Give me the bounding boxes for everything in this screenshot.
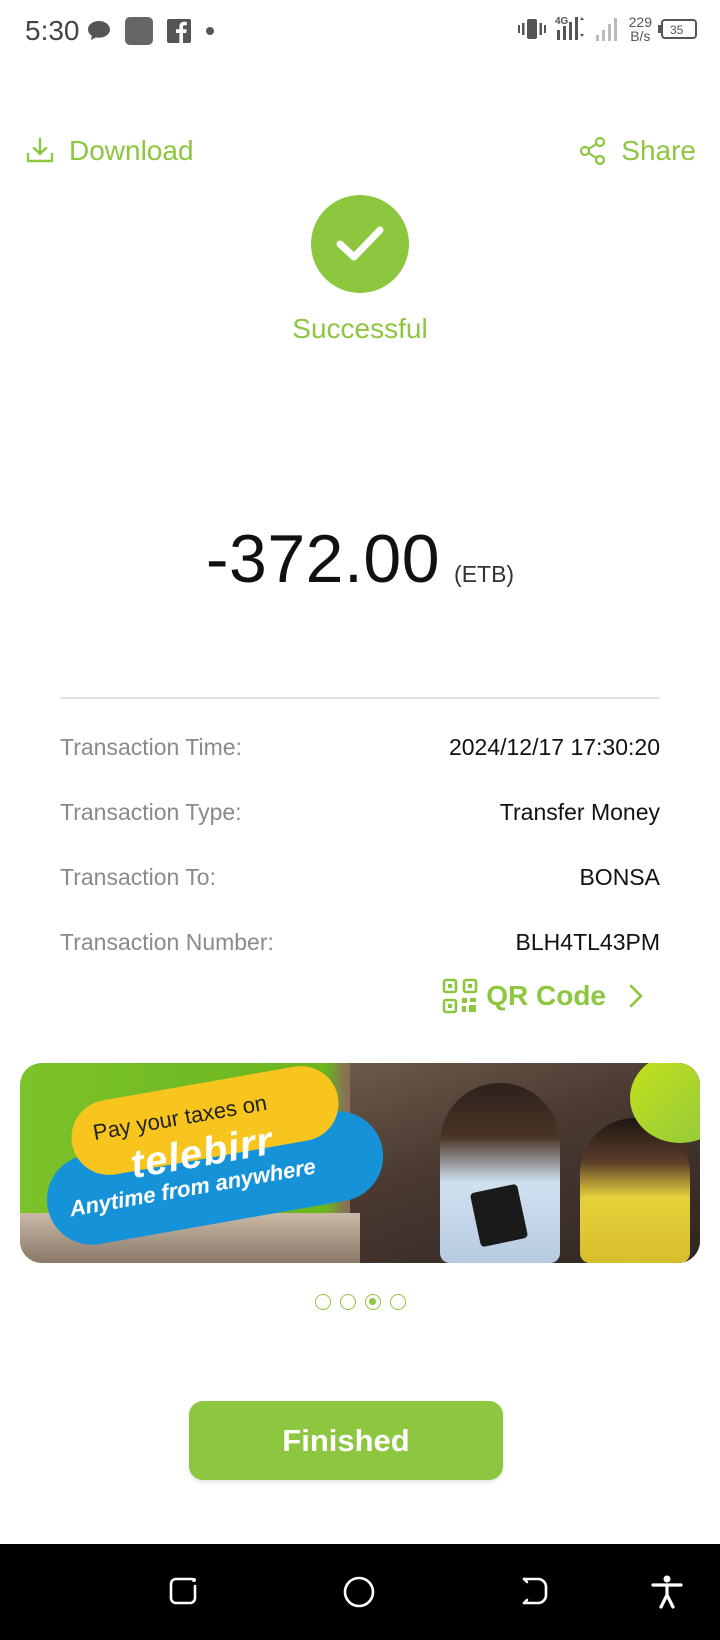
carousel-dot[interactable] <box>339 1294 356 1310</box>
accessibility-icon[interactable] <box>650 1574 684 1610</box>
detail-row-to: Transaction To: BONSA <box>60 845 660 910</box>
download-label: Download <box>69 135 194 166</box>
divider <box>60 697 660 699</box>
status-bar: 5:30 4G 229 B/s 35 <box>0 0 720 66</box>
app-square-icon <box>125 17 153 45</box>
detail-row-number: Transaction Number: BLH4TL43PM <box>60 910 660 975</box>
checkmark-icon <box>336 226 384 261</box>
carousel-indicators <box>0 1294 720 1310</box>
speed-value: 229 <box>628 14 652 30</box>
back-icon[interactable] <box>518 1574 552 1608</box>
detail-row-time: Transaction Time: 2024/12/17 17:30:20 <box>60 715 660 780</box>
qr-code-button[interactable]: QR Code <box>442 978 648 1014</box>
detail-label: Transaction To: <box>60 864 216 890</box>
detail-label: Transaction Type: <box>60 799 242 825</box>
status-right-icons: 4G 229 B/s 35 <box>517 14 698 44</box>
success-check-badge <box>311 195 409 293</box>
carousel-dot[interactable] <box>314 1294 331 1310</box>
detail-label: Transaction Number: <box>60 929 274 955</box>
carousel-dot[interactable] <box>389 1294 406 1310</box>
transaction-details: Transaction Time: 2024/12/17 17:30:20 Tr… <box>60 715 660 975</box>
vibrate-icon <box>517 19 546 39</box>
notification-icons <box>86 16 216 46</box>
amount-currency: (ETB) <box>454 561 515 587</box>
speed-unit: B/s <box>630 28 651 44</box>
chat-bubble-icon <box>88 21 110 40</box>
recent-apps-icon[interactable] <box>166 1574 200 1608</box>
detail-row-type: Transaction Type: Transfer Money <box>60 780 660 845</box>
detail-value: BLH4TL43PM <box>515 929 660 955</box>
carousel-dot-active[interactable] <box>364 1294 381 1310</box>
facebook-icon <box>167 19 191 43</box>
qr-code-label: QR Code <box>486 980 606 1011</box>
network-speed: 229 B/s <box>629 15 652 43</box>
amount-display: -372.00 (ETB) <box>0 520 720 598</box>
detail-value: 2024/12/17 17:30:20 <box>448 734 660 760</box>
promo-banner[interactable]: Pay your taxes on telebirr Anytime from … <box>20 1063 700 1263</box>
qr-code-icon <box>442 978 478 1014</box>
dot-icon <box>206 27 214 35</box>
finished-button[interactable]: Finished <box>189 1401 503 1480</box>
signal-weak-icon <box>595 18 617 41</box>
download-button[interactable]: Download <box>25 135 194 167</box>
signal-4g-icon: 4G <box>555 16 584 40</box>
share-button[interactable]: Share <box>579 135 696 167</box>
status-text: Successful <box>292 313 428 344</box>
chevron-right-icon <box>629 984 643 1008</box>
svg-text:4G: 4G <box>555 16 569 27</box>
detail-value: Transfer Money <box>499 799 660 825</box>
download-icon <box>26 137 54 163</box>
detail-label: Transaction Time: <box>60 734 242 760</box>
share-icon <box>580 136 606 166</box>
share-label: Share <box>621 135 696 166</box>
home-icon[interactable] <box>341 1574 377 1610</box>
status-time: 5:30 <box>25 15 80 46</box>
battery-level: 35 <box>670 23 684 37</box>
detail-value: BONSA <box>579 864 660 890</box>
amount-value: -372.00 <box>205 521 441 597</box>
system-nav-bar <box>0 1544 720 1640</box>
battery-icon: 35 <box>658 19 697 39</box>
